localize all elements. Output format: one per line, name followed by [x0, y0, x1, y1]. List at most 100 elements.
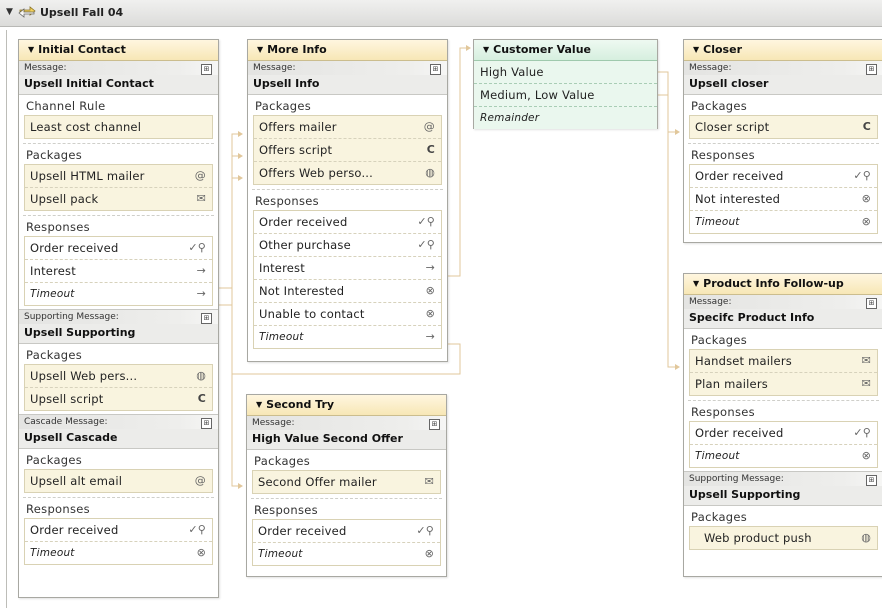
order-search-icon: ✓⚲ — [416, 524, 434, 537]
expand-message-icon[interactable]: ⊞ — [201, 418, 212, 429]
cancel-circle-icon: ⊗ — [861, 192, 871, 205]
node-initial-contact[interactable]: ▼ Initial Contact Message: Upsell Initial… — [18, 39, 219, 598]
package-item[interactable]: Plan mailers ✉ — [690, 373, 877, 395]
node-title-bar[interactable]: ▼ Second Try — [247, 395, 446, 416]
collapse-triangle-icon[interactable]: ▼ — [693, 279, 699, 288]
response-item[interactable]: Order received ✓⚲ — [690, 165, 877, 188]
response-item[interactable]: Order received ✓⚲ — [25, 519, 212, 542]
package-label: Web product push — [704, 531, 812, 545]
message-name: Upsell closer — [689, 77, 769, 90]
collapse-triangle-icon[interactable]: ▼ — [257, 45, 263, 54]
response-label: Timeout — [695, 216, 740, 228]
packages-label: Packages — [691, 333, 748, 347]
expand-message-icon[interactable]: ⊞ — [866, 475, 877, 486]
message-block[interactable]: Message: Upsell closer ⊞ — [684, 61, 882, 95]
collapse-caret-icon[interactable]: ▼ — [6, 7, 13, 17]
response-label: Interest — [259, 261, 305, 275]
package-item[interactable]: Upsell HTML mailer @ — [25, 165, 212, 188]
response-item[interactable]: Order received ✓⚲ — [253, 520, 440, 543]
package-item[interactable]: Upsell pack ✉ — [25, 188, 212, 210]
expand-message-icon[interactable]: ⊞ — [201, 64, 212, 75]
response-item[interactable]: Timeout ⊗ — [690, 445, 877, 467]
response-item[interactable]: Timeout → — [254, 326, 441, 348]
cancel-circle-icon: ⊗ — [861, 215, 871, 228]
node-title-bar[interactable]: ▼ Customer Value — [474, 40, 657, 61]
node-title-bar[interactable]: ▼ Closer — [684, 40, 882, 61]
node-title-bar[interactable]: ▼ More Info — [248, 40, 447, 61]
globe-icon: ◍ — [861, 531, 871, 544]
node-product-info-follow-up[interactable]: ▼ Product Info Follow-up Message: Specifc… — [683, 273, 882, 577]
expand-message-icon[interactable]: ⊞ — [429, 419, 440, 430]
supporting-message-block[interactable]: Supporting Message: Upsell Supporting ⊞ — [684, 471, 882, 506]
response-item[interactable]: Not Interested ⊗ — [254, 280, 441, 303]
channel-rule-value[interactable]: Least cost channel — [25, 116, 212, 138]
node-title: Initial Contact — [38, 43, 126, 56]
node-title: More Info — [267, 43, 327, 56]
workflow-header: ▼ Upsell Fall 04 — [0, 0, 882, 27]
responses-label: Responses — [26, 502, 90, 516]
response-item[interactable]: Not interested ⊗ — [690, 188, 877, 211]
package-item[interactable]: Closer script C — [690, 116, 877, 138]
supporting-message-block[interactable]: Supporting Message: Upsell Supporting ⊞ — [19, 309, 218, 344]
response-item[interactable]: Timeout ⊗ — [253, 543, 440, 565]
message-block[interactable]: Message: Upsell Info ⊞ — [248, 61, 447, 95]
response-item[interactable]: Timeout ⊗ — [25, 542, 212, 564]
cascade-message-block[interactable]: Cascade Message: Upsell Cascade ⊞ — [19, 414, 218, 449]
node-second-try[interactable]: ▼ Second Try Message: High Value Second O… — [246, 394, 447, 577]
collapse-triangle-icon[interactable]: ▼ — [28, 45, 34, 54]
flow-arrows-icon — [18, 6, 36, 18]
node-more-info[interactable]: ▼ More Info Message: Upsell Info ⊞ Packag… — [247, 39, 448, 362]
expand-message-icon[interactable]: ⊞ — [201, 313, 212, 324]
message-label: Message: — [248, 61, 447, 75]
branch-item[interactable]: High Value — [474, 61, 657, 84]
collapse-triangle-icon[interactable]: ▼ — [693, 45, 699, 54]
order-search-icon: ✓⚲ — [188, 523, 206, 536]
node-title: Customer Value — [493, 43, 591, 56]
collapse-triangle-icon[interactable]: ▼ — [256, 400, 262, 409]
package-item[interactable]: Upsell Web pers... ◍ — [25, 365, 212, 388]
branch-item[interactable]: Medium, Low Value — [474, 84, 657, 107]
collapse-triangle-icon[interactable]: ▼ — [483, 45, 489, 54]
response-item[interactable]: Timeout → — [25, 283, 212, 305]
order-search-icon: ✓⚲ — [417, 215, 435, 228]
response-item[interactable]: Other purchase ✓⚲ — [254, 234, 441, 257]
packages-label: Packages — [691, 510, 748, 524]
envelope-icon: ✉ — [424, 475, 434, 488]
node-title-bar[interactable]: ▼ Product Info Follow-up — [684, 274, 882, 295]
response-item[interactable]: Order received ✓⚲ — [254, 211, 441, 234]
package-label: Plan mailers — [695, 377, 768, 391]
responses-label: Responses — [26, 220, 90, 234]
response-item[interactable]: Unable to contact ⊗ — [254, 303, 441, 326]
package-label: Second Offer mailer — [258, 475, 377, 489]
expand-message-icon[interactable]: ⊞ — [430, 64, 441, 75]
package-item[interactable]: Second Offer mailer ✉ — [253, 471, 440, 493]
package-item[interactable]: Upsell script C — [25, 388, 212, 410]
message-block[interactable]: Message: High Value Second Offer ⊞ — [247, 416, 446, 450]
arrow-right-icon: → — [425, 330, 435, 343]
message-block[interactable]: Message: Specifc Product Info ⊞ — [684, 295, 882, 329]
response-label: Timeout — [258, 548, 303, 560]
expand-message-icon[interactable]: ⊞ — [866, 64, 877, 75]
supporting-message-label: Supporting Message: — [19, 310, 218, 324]
order-search-icon: ✓⚲ — [853, 426, 871, 439]
response-item[interactable]: Order received ✓⚲ — [25, 237, 212, 260]
branch-item[interactable]: Remainder — [474, 107, 657, 129]
email-icon: @ — [194, 474, 206, 487]
package-item[interactable]: Web product push ◍ — [690, 527, 877, 549]
package-item[interactable]: Handset mailers ✉ — [690, 350, 877, 373]
expand-message-icon[interactable]: ⊞ — [866, 298, 877, 309]
node-closer[interactable]: ▼ Closer Message: Upsell closer ⊞ Package… — [683, 39, 882, 243]
node-customer-value[interactable]: ▼ Customer Value High Value Medium, Low V… — [473, 39, 658, 129]
workflow-title: Upsell Fall 04 — [40, 6, 124, 19]
response-item[interactable]: Timeout ⊗ — [690, 211, 877, 233]
package-item[interactable]: Offers mailer @ — [254, 116, 441, 139]
response-item[interactable]: Interest → — [25, 260, 212, 283]
node-title-bar[interactable]: ▼ Initial Contact — [19, 40, 218, 61]
response-item[interactable]: Interest → — [254, 257, 441, 280]
response-item[interactable]: Order received ✓⚲ — [690, 422, 877, 445]
package-item[interactable]: Offers script C — [254, 139, 441, 162]
response-label: Not Interested — [259, 284, 345, 298]
package-item[interactable]: Upsell alt email @ — [25, 470, 212, 492]
package-item[interactable]: Offers Web perso... ◍ — [254, 162, 441, 184]
message-block[interactable]: Message: Upsell Initial Contact ⊞ — [19, 61, 218, 95]
